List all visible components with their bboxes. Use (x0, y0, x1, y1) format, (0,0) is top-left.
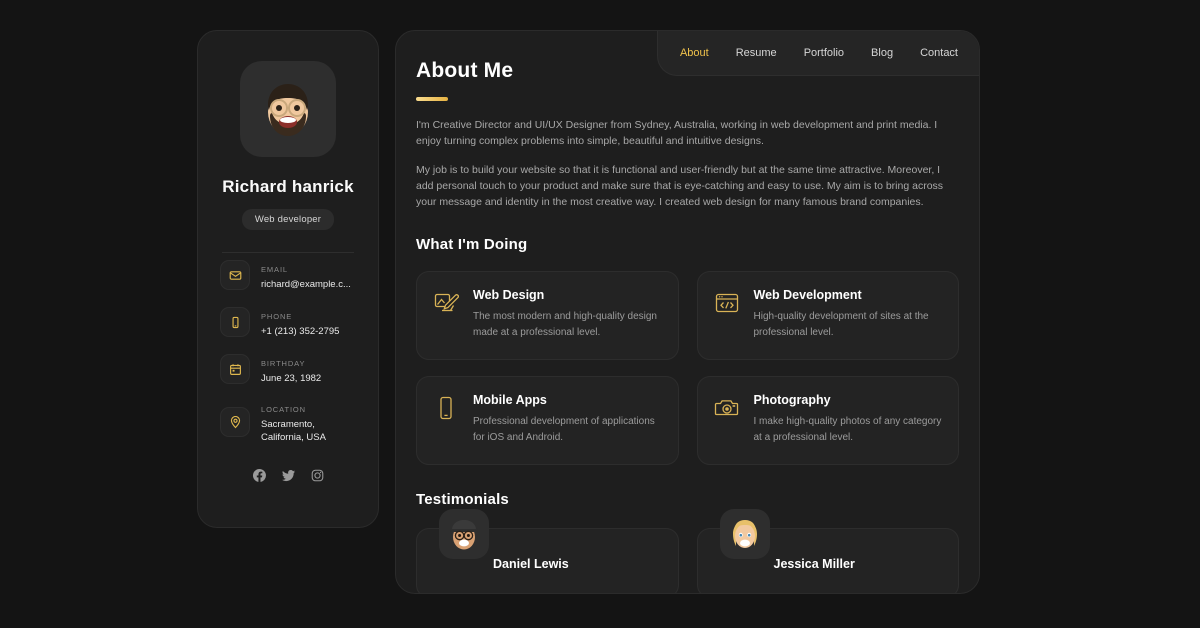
service-title: Web Design (473, 288, 545, 303)
contact-item-location: LOCATION Sacramento, California, USA (220, 399, 356, 445)
profile-sidebar: Richard hanrick Web developer EMAIL rich… (197, 30, 379, 528)
nav-item-blog[interactable]: Blog (871, 47, 893, 59)
testimonials-section: Testimonials Daniel Lewis Jessica Miller (416, 491, 959, 593)
avatar (240, 61, 336, 157)
contact-item-email[interactable]: EMAIL richard@example.c... (220, 259, 356, 292)
service-title: Photography (753, 393, 831, 408)
top-navigation: About Resume Portfolio Blog Contact (656, 31, 979, 76)
service-card-web-design[interactable]: Web Design The most modern and high-qual… (416, 271, 679, 361)
camera-icon (714, 393, 740, 421)
instagram-icon[interactable] (311, 469, 324, 482)
contact-value: richard@example.c... (261, 279, 351, 290)
portfolio-page: Richard hanrick Web developer EMAIL rich… (0, 0, 1200, 628)
contact-value: June 23, 1982 (261, 372, 322, 384)
service-card-web-development[interactable]: Web Development High-quality development… (696, 271, 959, 361)
contact-list: EMAIL richard@example.c... PHONE +1 (213… (216, 259, 360, 459)
memoji-avatar-blond-icon (719, 509, 770, 560)
contact-label: LOCATION (261, 405, 306, 415)
calendar-icon (220, 354, 250, 385)
testimonials-heading: Testimonials (416, 491, 509, 509)
title-accent-bar (416, 97, 448, 101)
social-links (252, 469, 324, 482)
testimonial-card-jessica-miller[interactable]: Jessica Miller (696, 509, 959, 593)
services-grid: Web Design The most modern and high-qual… (416, 271, 959, 466)
contact-label: EMAIL (261, 265, 289, 274)
service-title: Web Development (753, 288, 862, 303)
location-icon (220, 407, 250, 438)
main-panel: About Resume Portfolio Blog Contact Abou… (395, 30, 980, 594)
contact-label: BIRTHDAY (261, 358, 306, 368)
profile-badge: Web developer (241, 209, 335, 230)
divider (222, 252, 354, 253)
nav-item-about[interactable]: About (680, 47, 709, 59)
facebook-icon[interactable] (252, 469, 266, 482)
nav-item-resume[interactable]: Resume (736, 47, 777, 59)
code-browser-icon (714, 288, 740, 316)
service-card-mobile-apps[interactable]: Mobile Apps Professional development of … (416, 376, 679, 466)
twitter-icon[interactable] (281, 469, 295, 482)
memoji-avatar-cap-icon (439, 509, 489, 560)
service-card-photography[interactable]: Photography I make high-quality photos o… (696, 376, 959, 466)
contact-value: +1 (213) 352-2795 (261, 325, 340, 337)
testimonial-name: Jessica Miller (773, 557, 855, 572)
nav-item-contact[interactable]: Contact (920, 47, 958, 59)
service-desc: Professional development of applications… (473, 416, 655, 444)
contact-item-birthday: BIRTHDAY June 23, 1982 (220, 353, 356, 386)
service-desc: I make high-quality photos of any catego… (753, 416, 942, 444)
phone-icon (220, 307, 250, 338)
memoji-avatar-icon (268, 84, 308, 136)
testimonial-card-daniel-lewis[interactable]: Daniel Lewis (416, 509, 679, 593)
mobile-phone-icon (433, 393, 459, 421)
about-paragraph-2: My job is to build your website so that … (416, 163, 944, 209)
service-title: Mobile Apps (473, 393, 547, 408)
services-heading: What I'm Doing (416, 236, 528, 254)
contact-value: Sacramento, California, USA (261, 419, 326, 444)
service-desc: The most modern and high-quality design … (473, 311, 657, 339)
nav-item-portfolio[interactable]: Portfolio (804, 47, 844, 59)
about-paragraph-1: I'm Creative Director and UI/UX Designer… (416, 119, 938, 148)
testimonial-name: Daniel Lewis (493, 557, 569, 572)
design-pen-icon (433, 288, 459, 316)
contact-item-phone[interactable]: PHONE +1 (213) 352-2795 (220, 306, 356, 339)
service-desc: High-quality development of sites at the… (753, 311, 929, 339)
contact-label: PHONE (261, 311, 293, 321)
testimonials-grid: Daniel Lewis Jessica Miller (416, 509, 959, 593)
profile-name: Richard hanrick (222, 177, 354, 196)
mail-icon (220, 260, 250, 291)
